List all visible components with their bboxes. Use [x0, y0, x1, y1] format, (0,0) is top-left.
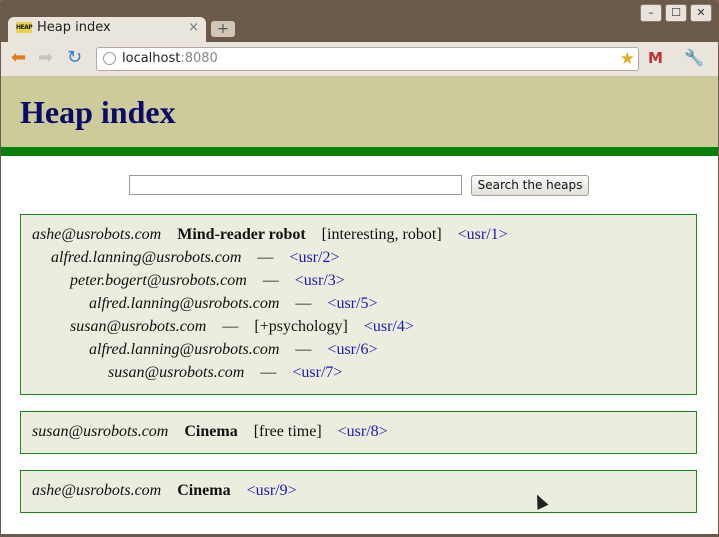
- search-input[interactable]: [129, 175, 462, 195]
- heap-favicon-icon: HEAP: [16, 22, 33, 33]
- heap-entry: peter.bogert@usrobots.com — <usr/3>: [70, 271, 345, 291]
- entry-author: ashe@usrobots.com: [32, 482, 162, 499]
- page-content: Heap index Search the heaps ashe@usrobot…: [1, 77, 718, 534]
- entry-dash: —: [295, 295, 312, 312]
- heap-box: susan@usrobots.com Cinema [free time] <usr/…: [20, 411, 697, 454]
- heap-box: ashe@usrobots.com Mind-reader robot [inter…: [20, 214, 697, 395]
- entry-link[interactable]: <usr/1>: [458, 226, 508, 243]
- entry-author: susan@usrobots.com: [108, 364, 245, 381]
- heap-entry: alfred.lanning@usrobots.com — <usr/5>: [89, 294, 377, 314]
- url-host: localhost: [122, 51, 181, 66]
- gmail-icon[interactable]: M: [648, 49, 663, 67]
- entry-link[interactable]: <usr/5>: [327, 295, 377, 312]
- forward-arrow-icon[interactable]: ➡: [38, 49, 53, 67]
- new-tab-button[interactable]: +: [211, 21, 235, 37]
- wrench-icon[interactable]: 🔧: [684, 48, 704, 67]
- address-bar[interactable]: localhost:8080 ★: [96, 47, 639, 71]
- search-button[interactable]: Search the heaps: [471, 175, 589, 196]
- entry-author: alfred.lanning@usrobots.com: [51, 249, 242, 266]
- entry-dash: —: [295, 341, 312, 358]
- back-arrow-icon[interactable]: ⬅: [11, 49, 26, 67]
- entry-title: Cinema: [177, 482, 231, 499]
- heap-entry: susan@usrobots.com — [+psychology] <usr/4>: [70, 317, 414, 337]
- heap-entry: ashe@usrobots.com Cinema <usr/9>: [32, 481, 297, 501]
- heap-entry: alfred.lanning@usrobots.com — <usr/6>: [89, 340, 377, 360]
- entry-dash: —: [260, 364, 277, 381]
- url-text: localhost:8080: [122, 51, 218, 66]
- entry-tags: [+psychology]: [254, 318, 348, 335]
- heap-entry: ashe@usrobots.com Mind-reader robot [inter…: [32, 225, 508, 245]
- entry-link[interactable]: <usr/2>: [289, 249, 339, 266]
- heap-entry: susan@usrobots.com Cinema [free time] <usr/…: [32, 422, 388, 442]
- entry-tags: [interesting, robot]: [321, 226, 442, 243]
- tab-title: Heap index: [37, 20, 111, 35]
- entry-author: susan@usrobots.com: [70, 318, 207, 335]
- entry-dash: —: [257, 249, 274, 266]
- entry-link[interactable]: <usr/9>: [247, 482, 297, 499]
- entry-dash: —: [222, 318, 239, 335]
- entry-link[interactable]: <usr/7>: [292, 364, 342, 381]
- browser-toolbar: ⬅ ➡ ↻ localhost:8080 ★ M 🔧: [1, 42, 718, 77]
- heap-entry: susan@usrobots.com — <usr/7>: [108, 363, 342, 383]
- close-window-button[interactable]: ✕: [690, 4, 712, 22]
- entry-dash: —: [262, 272, 279, 289]
- tab-heap-index[interactable]: HEAP Heap index ×: [8, 17, 206, 42]
- entry-author: peter.bogert@usrobots.com: [70, 272, 247, 289]
- entry-link[interactable]: <usr/3>: [295, 272, 345, 289]
- maximize-button[interactable]: ☐: [665, 4, 687, 22]
- globe-icon: [103, 52, 116, 65]
- heap-box: ashe@usrobots.com Cinema <usr/9>: [20, 470, 697, 513]
- url-port: :8080: [180, 51, 218, 66]
- tab-strip: HEAP Heap index × + – ☐ ✕: [0, 0, 719, 42]
- reload-icon[interactable]: ↻: [67, 49, 82, 67]
- entry-tags: [free time]: [253, 423, 322, 440]
- entry-link[interactable]: <usr/8>: [338, 423, 388, 440]
- browser-window: HEAP Heap index × + – ☐ ✕ ⬅ ➡ ↻ localhost…: [0, 0, 719, 537]
- heap-entry: alfred.lanning@usrobots.com — <usr/2>: [51, 248, 339, 268]
- page-title: Heap index: [20, 94, 176, 130]
- entry-link[interactable]: <usr/6>: [327, 341, 377, 358]
- bookmark-star-icon[interactable]: ★: [620, 49, 635, 69]
- minimize-button[interactable]: –: [640, 4, 662, 22]
- entry-author: ashe@usrobots.com: [32, 226, 162, 243]
- search-form: Search the heaps: [1, 175, 718, 199]
- tab-close-icon[interactable]: ×: [188, 20, 199, 35]
- entry-title: Cinema: [184, 423, 238, 440]
- entry-link[interactable]: <usr/4>: [364, 318, 414, 335]
- entry-author: alfred.lanning@usrobots.com: [89, 341, 280, 358]
- entry-author: susan@usrobots.com: [32, 423, 169, 440]
- page-header: Heap index: [1, 77, 718, 156]
- entry-author: alfred.lanning@usrobots.com: [89, 295, 280, 312]
- entry-title: Mind-reader robot: [177, 226, 306, 243]
